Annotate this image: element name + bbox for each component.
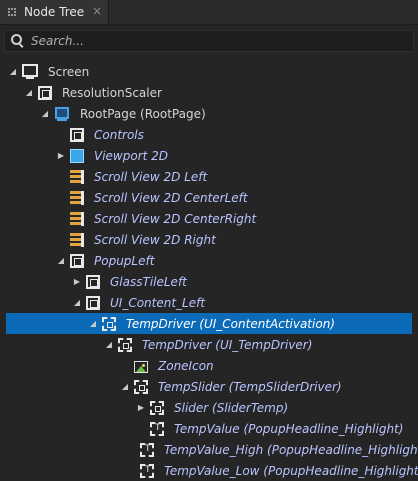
collapse-arrow-icon[interactable]: ◢	[120, 382, 130, 391]
tree-row-label: Scroll View 2D CenterRight	[94, 211, 257, 226]
text-node-icon	[150, 422, 164, 436]
tree-row[interactable]: Scroll View 2D Left	[0, 166, 418, 187]
tree-row[interactable]: Scroll View 2D CenterLeft	[0, 187, 418, 208]
collapse-arrow-icon[interactable]: ◢	[24, 88, 34, 97]
node-icon	[70, 254, 84, 268]
tree-row-label: Scroll View 2D Right	[94, 232, 216, 247]
tree-row[interactable]: Scroll View 2D CenterRight	[0, 208, 418, 229]
tree-row-label: Scroll View 2D Left	[94, 169, 208, 184]
tree-row-label: TempDriver (UI_TempDriver)	[142, 337, 313, 352]
search-box[interactable]	[4, 30, 414, 52]
tree-row-label: UI_Content_Left	[110, 295, 206, 310]
prefab-node-icon	[102, 317, 116, 331]
scroll-view-icon	[70, 190, 84, 206]
node-icon	[86, 296, 100, 310]
close-icon[interactable]: ×	[92, 4, 102, 18]
node-icon	[86, 275, 100, 289]
tree-row[interactable]: ◢ Screen	[0, 61, 418, 82]
expand-arrow-icon[interactable]: ▶	[72, 277, 82, 286]
scroll-view-icon	[70, 232, 84, 248]
tab-bar: Node Tree ×	[0, 0, 418, 25]
tree-row-label: TempValue (PopupHeadline_Highlight)	[174, 421, 404, 436]
screen-icon	[22, 63, 38, 80]
tree-row-label: Controls	[94, 127, 144, 142]
tree-row-label: RootPage (RootPage)	[80, 106, 206, 121]
tree-row[interactable]: TempValue_High (PopupHeadline_Highlight)	[0, 439, 418, 460]
text-node-icon	[140, 443, 154, 457]
tree-row-label: Viewport 2D	[94, 148, 169, 163]
tree-row[interactable]: ◢ RootPage (RootPage)	[0, 103, 418, 124]
tree-row[interactable]: ◢ ResolutionScaler	[0, 82, 418, 103]
tree-row-label: TempDriver (UI_ContentActivation)	[126, 316, 335, 331]
node-icon	[38, 86, 52, 100]
tree-row[interactable]: ◢ TempDriver (UI_TempDriver)	[0, 334, 418, 355]
tree-row[interactable]: ▶ Viewport 2D	[0, 145, 418, 166]
tree-row[interactable]: ▶ GlassTileLeft	[0, 271, 418, 292]
collapse-arrow-icon[interactable]: ◢	[104, 340, 114, 349]
search-input[interactable]	[31, 34, 391, 48]
tree-row[interactable]: ◢ UI_Content_Left	[0, 292, 418, 313]
scroll-view-icon	[70, 169, 84, 185]
tree-row[interactable]: ◢ PopupLeft	[0, 250, 418, 271]
tree-row-label: TempSlider (TempSliderDriver)	[158, 379, 342, 394]
tree-row-label: PopupLeft	[94, 253, 155, 268]
tree-row-label: GlassTileLeft	[110, 274, 187, 289]
tree-row-label: TempValue_Low (PopupHeadline_Highlight)	[164, 463, 418, 478]
tab-title: Node Tree	[24, 5, 85, 19]
tree-row[interactable]: ◢ TempDriver (UI_ContentActivation)	[6, 313, 412, 334]
prefab-node-icon	[134, 380, 148, 394]
prefab-node-icon	[150, 401, 164, 415]
expand-arrow-icon[interactable]: ▶	[56, 151, 66, 160]
collapse-arrow-icon[interactable]: ◢	[8, 67, 18, 76]
tree-row[interactable]: TempValue (PopupHeadline_Highlight)	[0, 418, 418, 439]
tab-node-tree[interactable]: Node Tree ×	[0, 0, 109, 24]
tree-row[interactable]: Scroll View 2D Right	[0, 229, 418, 250]
tree-row-label: TempValue_High (PopupHeadline_Highlight)	[164, 442, 418, 457]
tree-row-label: ResolutionScaler	[62, 85, 162, 100]
tree-row[interactable]: ▶ Slider (SliderTemp)	[0, 397, 418, 418]
pin-icon[interactable]	[8, 8, 16, 16]
text-node-icon	[140, 464, 154, 478]
viewport-icon	[70, 148, 84, 163]
tree-row-label: ZoneIcon	[158, 358, 214, 373]
tree-row-label: Screen	[48, 64, 90, 79]
prefab-node-icon	[118, 338, 132, 352]
collapse-arrow-icon[interactable]: ◢	[40, 109, 50, 118]
collapse-arrow-icon[interactable]: ◢	[88, 319, 98, 328]
search-icon	[11, 34, 25, 48]
image-icon	[134, 360, 148, 373]
tree-row-label: Slider (SliderTemp)	[174, 400, 289, 415]
collapse-arrow-icon[interactable]: ◢	[72, 298, 82, 307]
tree-row[interactable]: Controls	[0, 124, 418, 145]
tree-row[interactable]: ZoneIcon	[0, 355, 418, 376]
tree-row-label: Scroll View 2D CenterLeft	[94, 190, 248, 205]
tree-row[interactable]: TempValue_Low (PopupHeadline_Highlight)	[0, 460, 418, 481]
scroll-view-icon	[70, 211, 84, 227]
tree-row[interactable]: ◢ TempSlider (TempSliderDriver)	[0, 376, 418, 397]
node-icon	[70, 128, 84, 142]
root-page-icon	[54, 106, 70, 122]
collapse-arrow-icon[interactable]: ◢	[56, 256, 66, 265]
expand-arrow-icon[interactable]: ▶	[136, 403, 146, 412]
